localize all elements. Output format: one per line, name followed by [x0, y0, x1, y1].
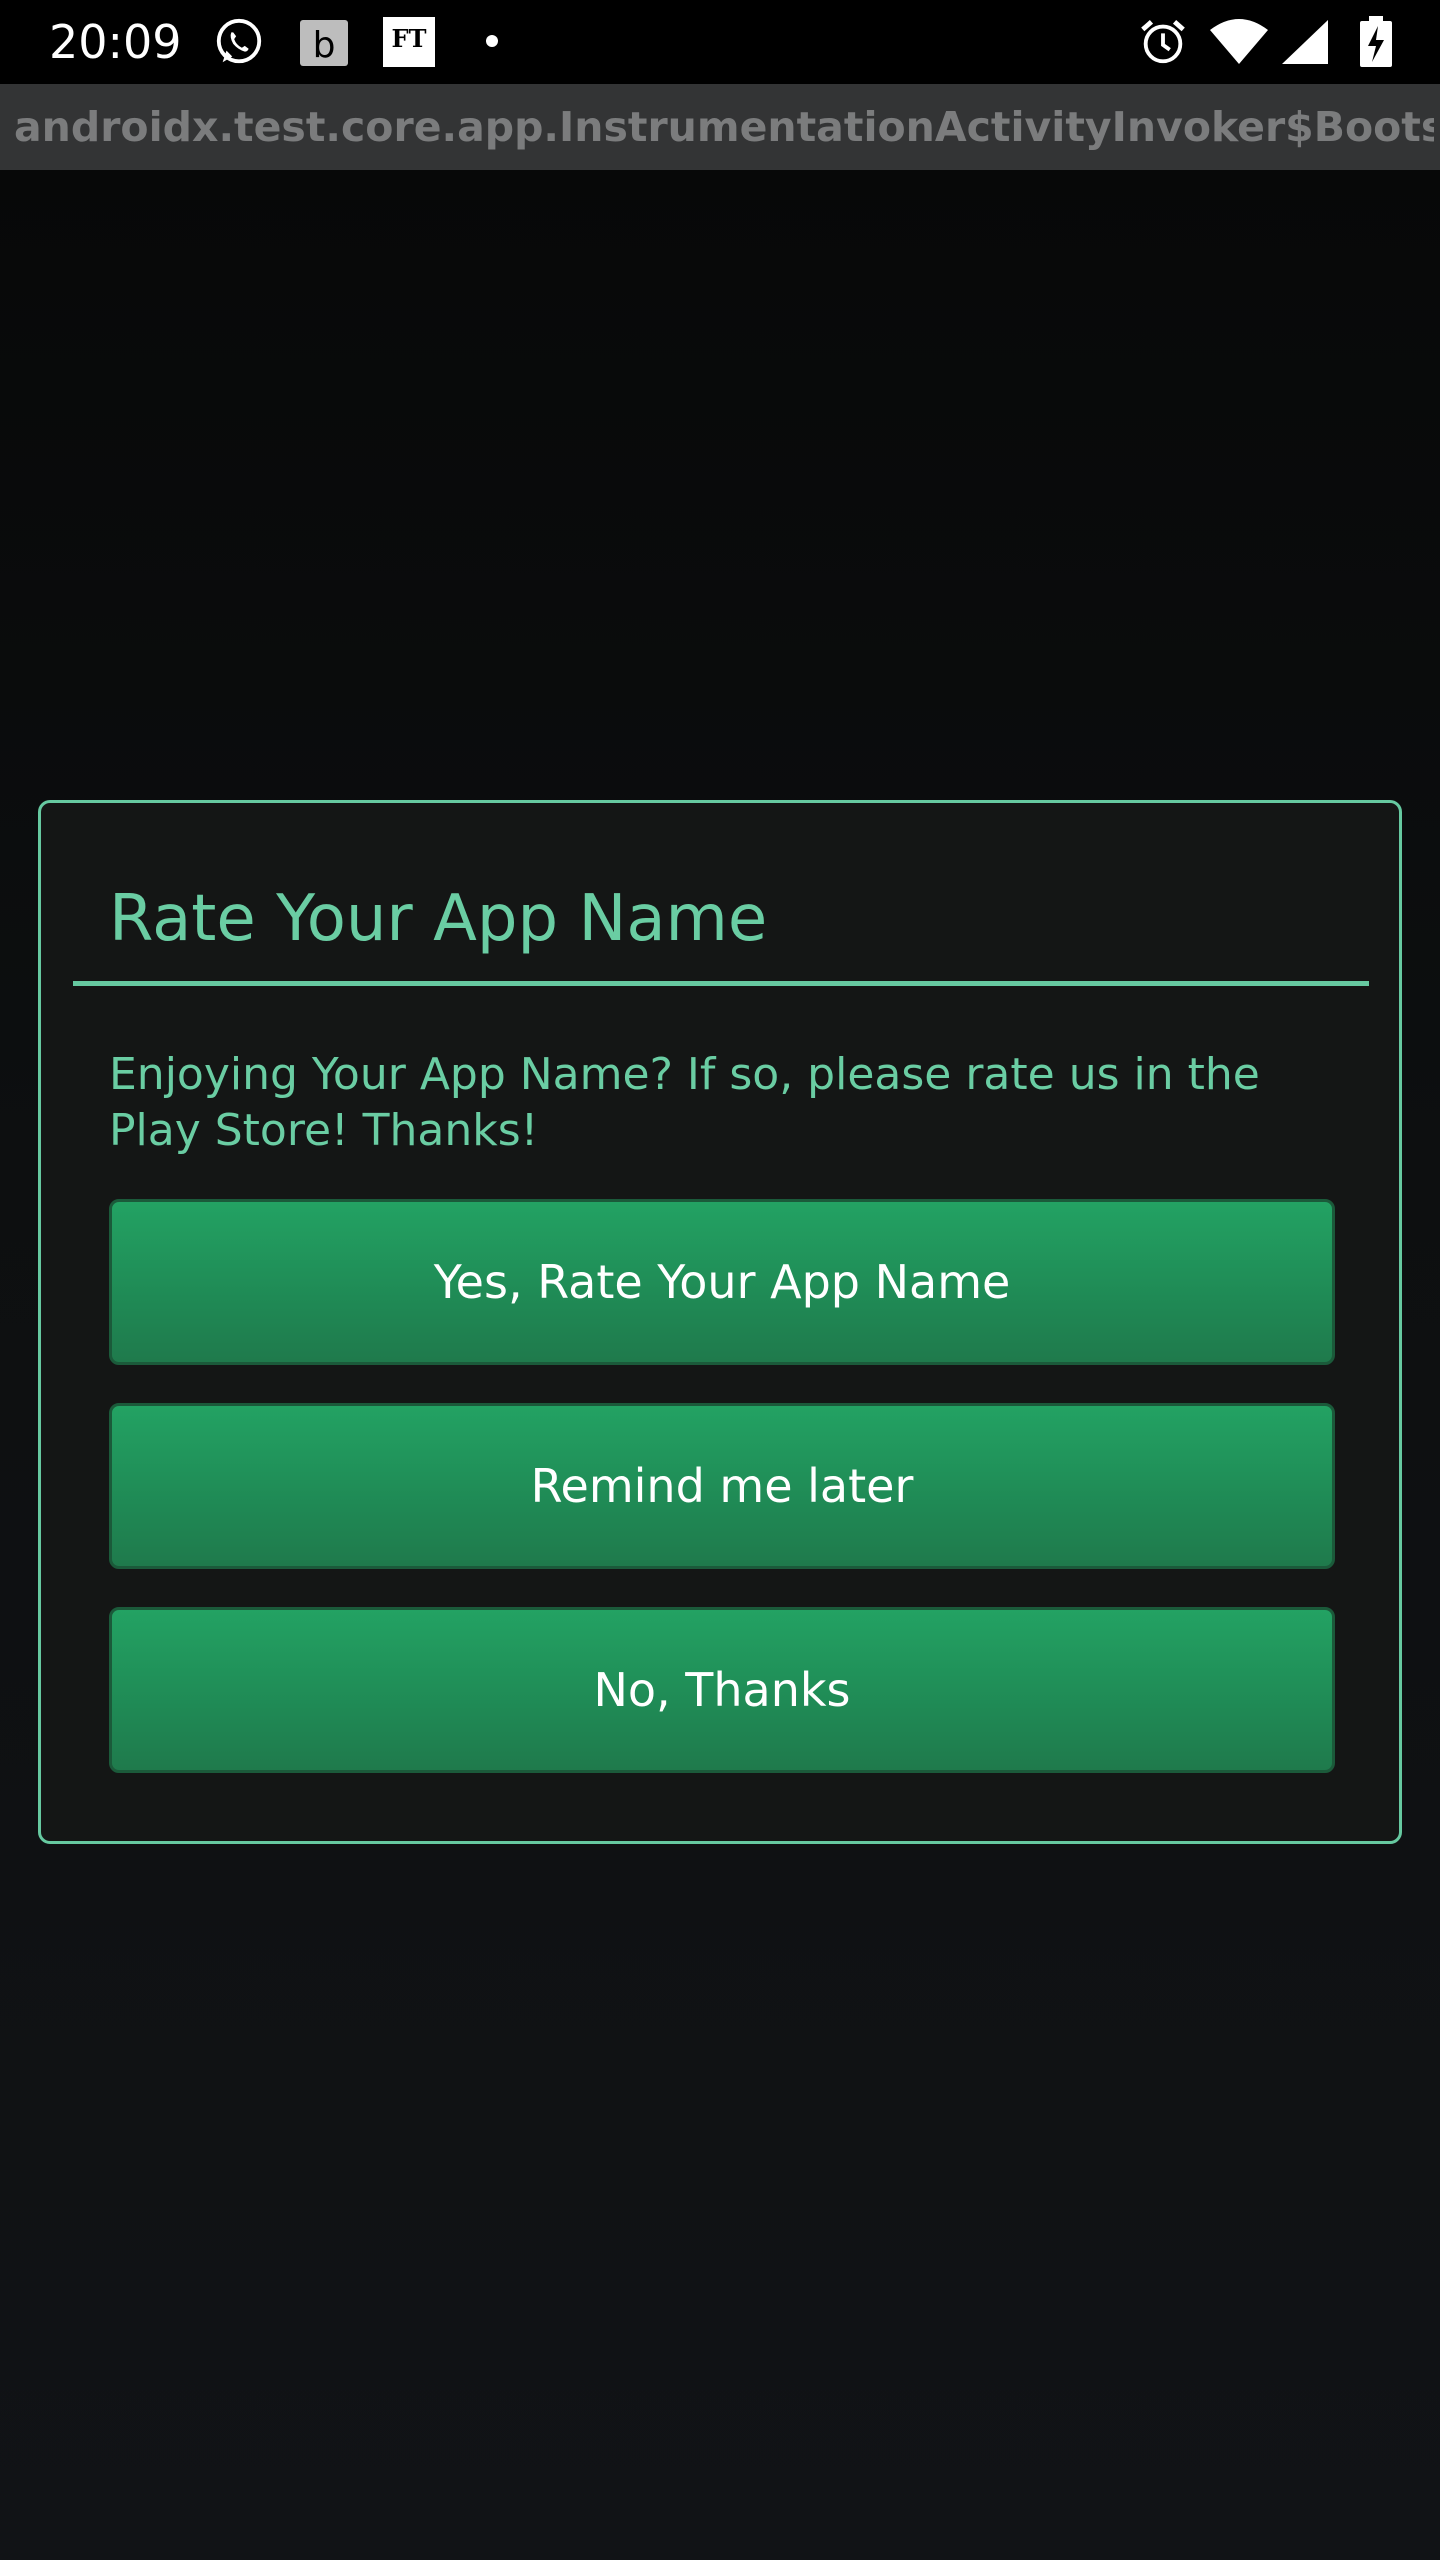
signal-icon	[1282, 20, 1328, 64]
dialog-buttons: Yes, Rate Your App Name Remind me later …	[109, 1199, 1335, 1773]
ft-icon-letters: FT	[392, 24, 427, 53]
title-bar: androidx.test.core.app.InstrumentationAc…	[0, 84, 1440, 170]
battery-charging-icon	[1360, 16, 1392, 67]
status-time: 20:09	[49, 15, 182, 69]
alarm-icon	[1141, 19, 1185, 64]
status-bar: 20:09 b FT	[0, 0, 1440, 84]
notification-dot-icon	[486, 35, 498, 47]
remind-later-button[interactable]: Remind me later	[109, 1403, 1335, 1569]
activity-title: androidx.test.core.app.InstrumentationAc…	[14, 103, 1434, 151]
b-app-icon: b	[300, 20, 348, 66]
whatsapp-icon	[216, 18, 262, 64]
dialog-title: Rate Your App Name	[109, 882, 768, 956]
b-app-icon-letter: b	[313, 25, 336, 66]
dialog-divider	[73, 981, 1369, 986]
ft-icon: FT	[383, 17, 435, 67]
rate-dialog: Rate Your App Name Enjoying Your App Nam…	[38, 800, 1402, 1844]
no-thanks-button[interactable]: No, Thanks	[109, 1607, 1335, 1773]
dialog-message: Enjoying Your App Name? If so, please ra…	[109, 1049, 1260, 1156]
wifi-icon	[1210, 19, 1268, 64]
rate-app-button[interactable]: Yes, Rate Your App Name	[109, 1199, 1335, 1365]
